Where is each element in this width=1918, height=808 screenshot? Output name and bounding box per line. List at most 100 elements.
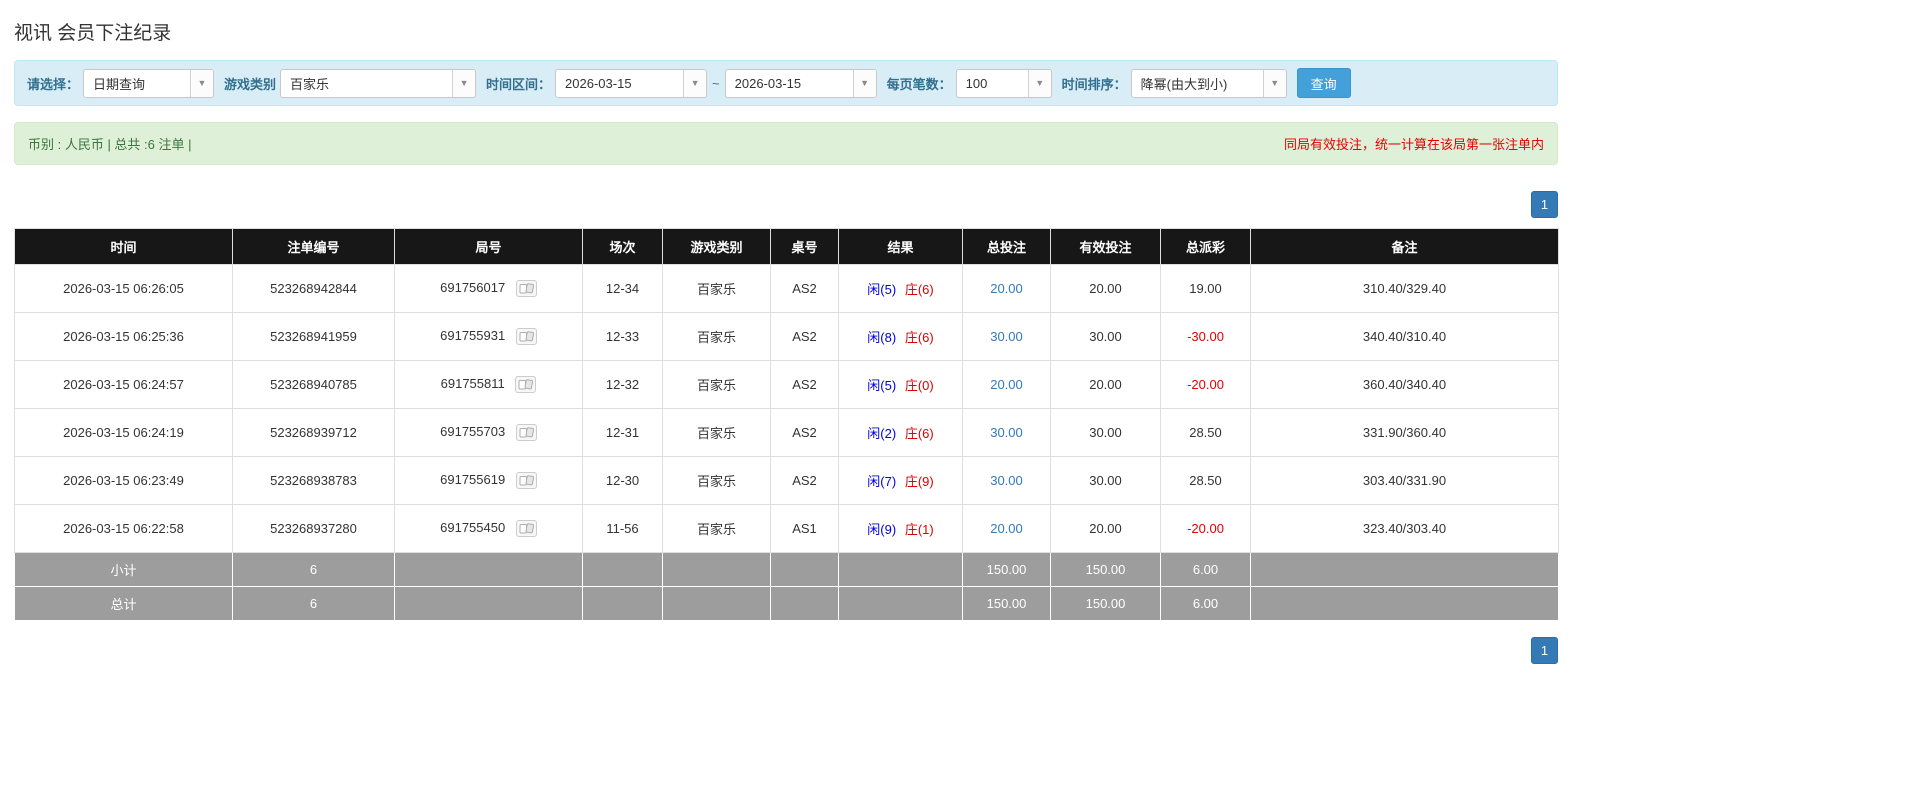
header-payout: 总派彩 (1160, 228, 1251, 265)
cell-table-no: AS2 (770, 264, 839, 313)
cell-round-no: 691755931 (394, 312, 583, 361)
cell-payout: 28.50 (1160, 456, 1251, 505)
table-row: 2026-03-15 06:23:49 523268938783 6917556… (14, 456, 1559, 505)
table-header: 时间 注单编号 局号 场次 游戏类别 桌号 结果 总投注 有效投注 总派彩 备注 (14, 228, 1559, 265)
result-player: 闲(8) (867, 330, 897, 345)
cell-game-type: 百家乐 (662, 408, 771, 457)
search-button[interactable]: 查询 (1296, 68, 1351, 98)
total-valid-bet: 150.00 (1050, 586, 1161, 621)
cell-time: 2026-03-15 06:22:58 (14, 504, 233, 553)
cell-note: 340.40/310.40 (1250, 312, 1559, 361)
header-round-no: 局号 (394, 228, 583, 265)
total-bet-link[interactable]: 30.00 (990, 329, 1023, 344)
header-bet-no: 注单编号 (232, 228, 395, 265)
total-bet-link[interactable]: 30.00 (990, 473, 1023, 488)
total-count: 6 (232, 586, 395, 621)
cell-total-bet: 20.00 (962, 504, 1051, 553)
filter-bar: 请选择： 日期查询 ▼ 游戏类别 百家乐 ▼ 时间区间： 2026-03-15 … (14, 60, 1558, 106)
game-type-label: 游戏类别 (224, 76, 277, 92)
summary-currency-count: 币别 : 人民币 | 总共 :6 注单 | (28, 137, 192, 152)
cell-bet-no: 523268942844 (232, 264, 395, 313)
summary-bar: 币别 : 人民币 | 总共 :6 注单 | 同局有效投注，统一计算在该局第一张注… (14, 122, 1558, 165)
pagination-bottom: 1 (14, 637, 1558, 664)
cell-total-bet: 20.00 (962, 360, 1051, 409)
cell-result: 闲(8) 庄(6) (838, 312, 963, 361)
round-replay-icon[interactable] (515, 376, 537, 394)
table-row: 2026-03-15 06:25:36 523268941959 6917559… (14, 312, 1559, 361)
header-valid-bet: 有效投注 (1050, 228, 1161, 265)
cell-table-no: AS2 (770, 408, 839, 457)
sort-order-label: 时间排序： (1061, 76, 1127, 92)
date-to-dropdown[interactable]: 2026-03-15 ▼ (724, 68, 877, 98)
chevron-down-icon: ▼ (190, 69, 214, 97)
cell-game-type: 百家乐 (662, 360, 771, 409)
cell-valid-bet: 20.00 (1050, 504, 1161, 553)
total-bet-link[interactable]: 20.00 (990, 377, 1023, 392)
round-replay-icon[interactable] (515, 472, 537, 490)
subtotal-payout: 6.00 (1160, 552, 1251, 587)
sort-order-value: 降幂(由大到小) (1140, 76, 1228, 92)
cell-note: 310.40/329.40 (1250, 264, 1559, 313)
round-no-value: 691755811 (440, 375, 505, 391)
cell-result: 闲(9) 庄(1) (838, 504, 963, 553)
page-size-value: 100 (965, 75, 988, 91)
cell-total-bet: 20.00 (962, 264, 1051, 313)
page-button-1[interactable]: 1 (1531, 191, 1558, 218)
cell-valid-bet: 20.00 (1050, 360, 1161, 409)
round-replay-icon[interactable] (515, 520, 537, 538)
date-from-dropdown[interactable]: 2026-03-15 ▼ (555, 68, 708, 98)
cell-bet-no: 523268941959 (232, 312, 395, 361)
time-range-label: 时间区间： (486, 76, 552, 92)
cell-valid-bet: 20.00 (1050, 264, 1161, 313)
round-no-value: 691755450 (440, 519, 506, 535)
cell-result: 闲(5) 庄(6) (838, 264, 963, 313)
cell-note: 360.40/340.40 (1250, 360, 1559, 409)
cell-table-no: AS1 (770, 504, 839, 553)
range-separator: ~ (712, 75, 720, 91)
page: 视讯 会员下注纪录 请选择： 日期查询 ▼ 游戏类别 百家乐 ▼ 时间区间： 2… (0, 0, 1572, 674)
total-bet-link[interactable]: 30.00 (990, 425, 1023, 440)
header-result: 结果 (838, 228, 963, 265)
cell-valid-bet: 30.00 (1050, 312, 1161, 361)
cell-bet-no: 523268939712 (232, 408, 395, 457)
cell-bet-no: 523268938783 (232, 456, 395, 505)
round-replay-icon[interactable] (515, 280, 537, 298)
chevron-down-icon: ▼ (1262, 69, 1286, 97)
summary-note: 同局有效投注，统一计算在该局第一张注单内 (1283, 137, 1544, 152)
total-label: 总计 (14, 586, 233, 621)
subtotal-valid-bet: 150.00 (1050, 552, 1161, 587)
page-size-label: 每页笔数： (886, 76, 952, 92)
chevron-down-icon: ▼ (452, 69, 476, 97)
game-type-dropdown[interactable]: 百家乐 ▼ (280, 68, 477, 98)
cell-result: 闲(2) 庄(6) (838, 408, 963, 457)
header-time: 时间 (14, 228, 233, 265)
round-replay-icon[interactable] (515, 328, 537, 346)
page-size-dropdown[interactable]: 100 ▼ (955, 68, 1052, 98)
table-footer: 小计 6 150.00 150.00 6.00 总计 6 150.00 150.… (14, 552, 1559, 621)
cell-payout: -20.00 (1160, 504, 1251, 553)
result-player: 闲(5) (867, 282, 897, 297)
result-banker: 庄(0) (904, 378, 934, 393)
cell-session: 12-33 (582, 312, 663, 361)
result-banker: 庄(6) (904, 330, 934, 345)
cell-game-type: 百家乐 (662, 264, 771, 313)
total-bet-link[interactable]: 20.00 (990, 281, 1023, 296)
cell-time: 2026-03-15 06:24:57 (14, 360, 233, 409)
sort-order-dropdown[interactable]: 降幂(由大到小) ▼ (1130, 68, 1287, 98)
payout-value: 28.50 (1189, 425, 1222, 440)
payout-value: 19.00 (1189, 281, 1222, 296)
cell-table-no: AS2 (770, 360, 839, 409)
chevron-down-icon: ▼ (852, 69, 876, 97)
cell-session: 12-32 (582, 360, 663, 409)
round-replay-icon[interactable] (515, 424, 537, 442)
cell-valid-bet: 30.00 (1050, 456, 1161, 505)
table-row: 2026-03-15 06:24:57 523268940785 6917558… (14, 360, 1559, 409)
cell-session: 11-56 (582, 504, 663, 553)
select-mode-dropdown[interactable]: 日期查询 ▼ (83, 68, 215, 98)
cell-session: 12-31 (582, 408, 663, 457)
cell-time: 2026-03-15 06:26:05 (14, 264, 233, 313)
total-bet-link[interactable]: 20.00 (990, 521, 1023, 536)
page-button-1[interactable]: 1 (1531, 637, 1558, 664)
cell-payout: -20.00 (1160, 360, 1251, 409)
result-player: 闲(5) (867, 378, 897, 393)
